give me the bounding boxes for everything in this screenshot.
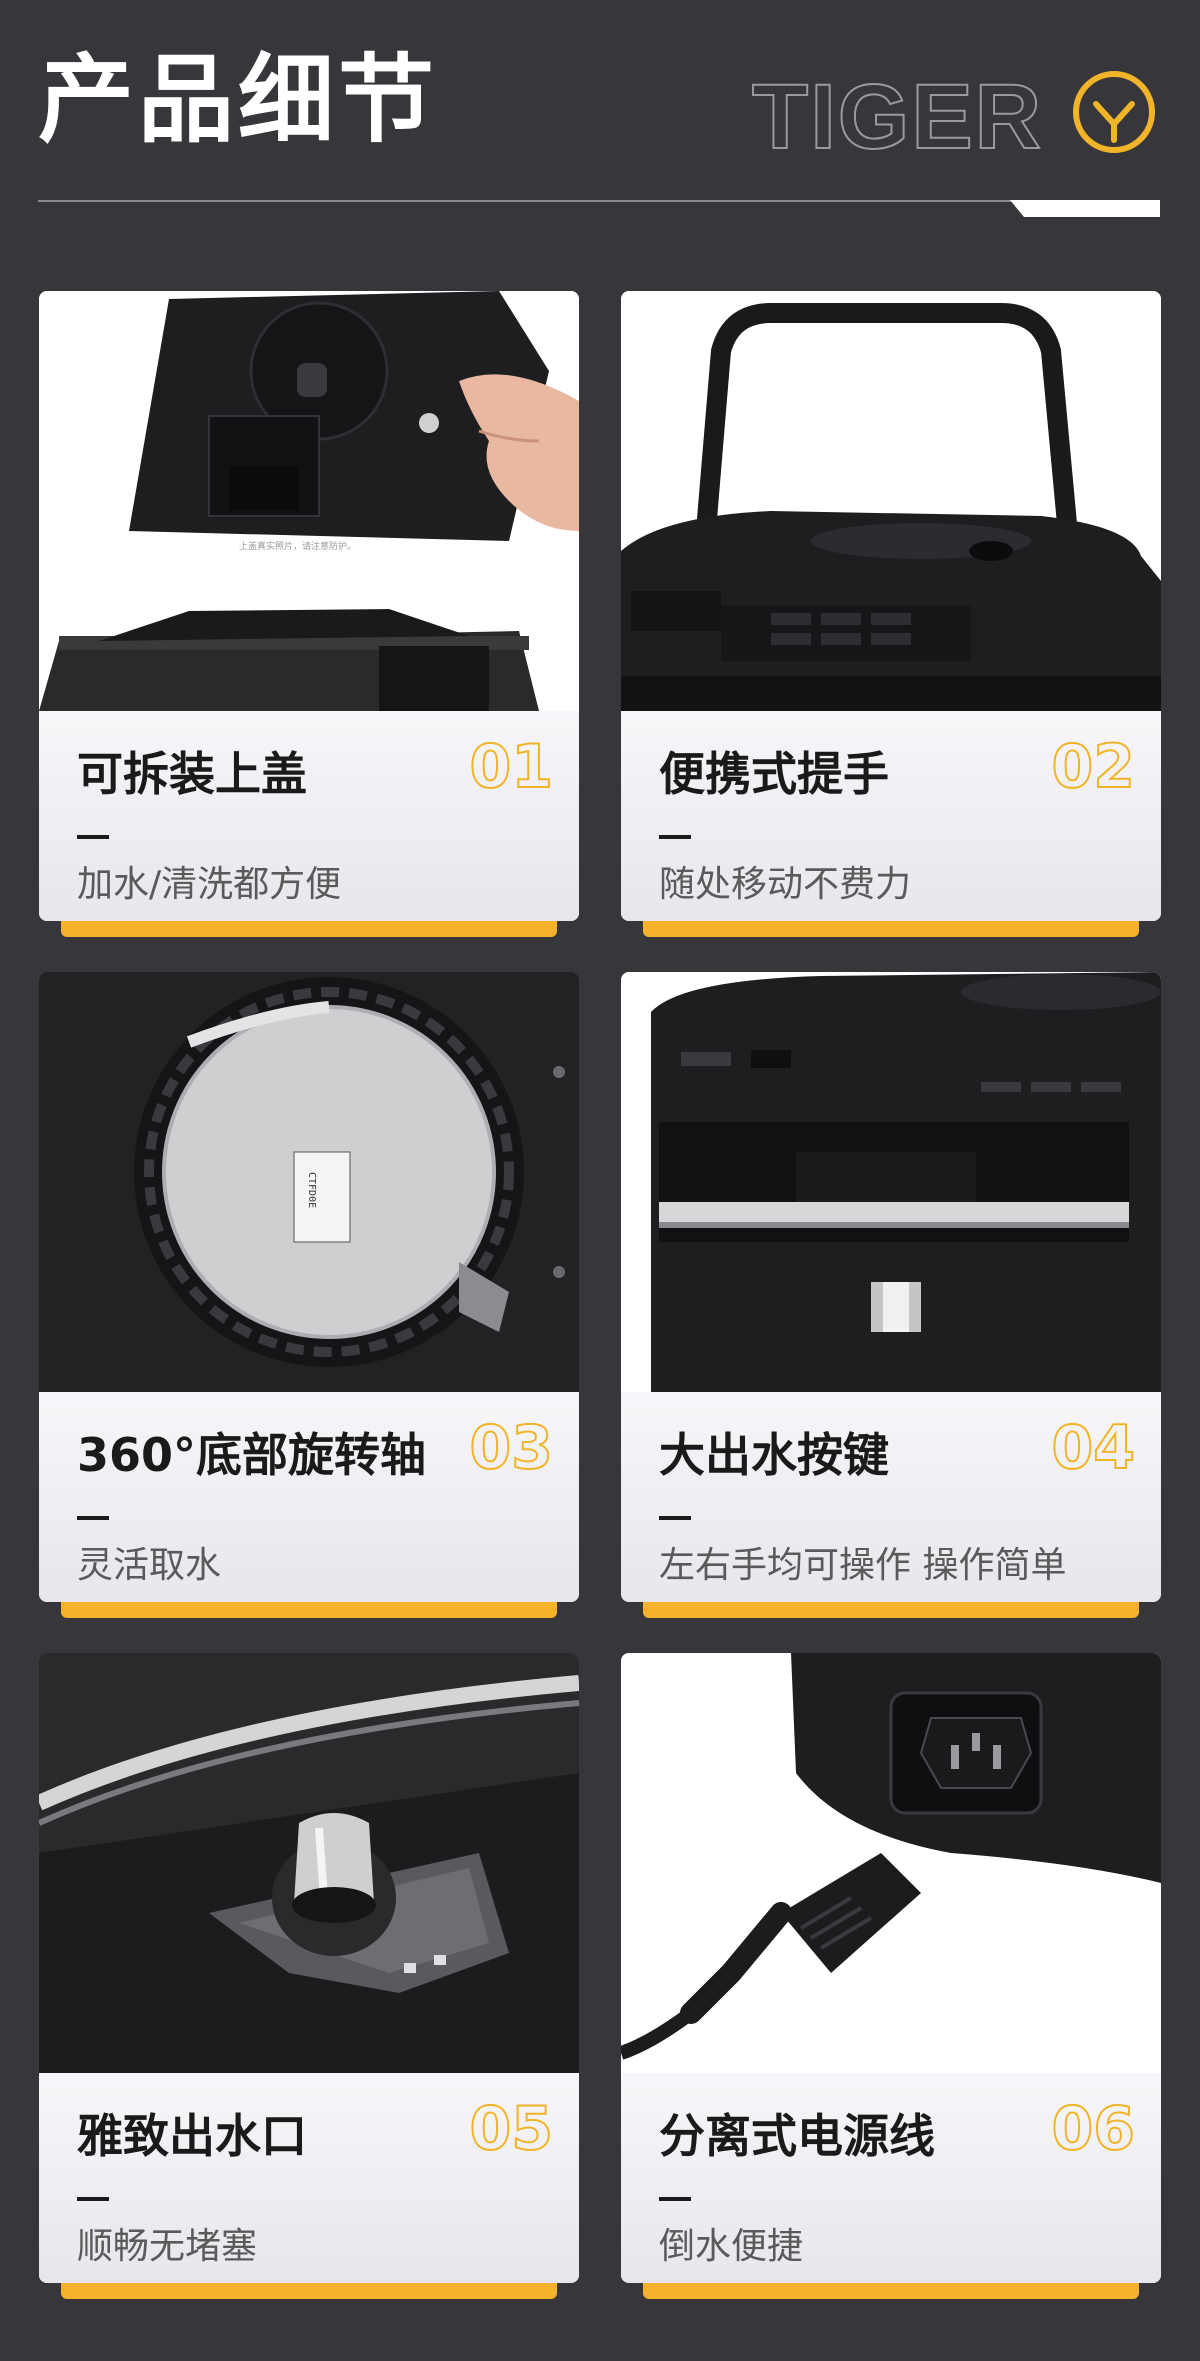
card-subtitle: 随处移动不费力 <box>659 864 912 905</box>
card-number: 03 <box>469 1413 554 1483</box>
page-title: 产品细节 <box>38 44 438 156</box>
card-dash <box>659 1516 691 1520</box>
brand-logo: TIGER <box>744 62 1164 169</box>
card-number: 05 <box>469 2094 554 2164</box>
card-accent-bar <box>643 1602 1139 1618</box>
card-number: 02 <box>1051 732 1136 802</box>
feature-card-removable-lid: 上盖真实照片，请注意防护。 可拆装上盖 01 加水/清洗都方便 <box>39 291 579 921</box>
feature-card-power-cord: 分离式电源线 06 倒水便捷 <box>621 1653 1161 2283</box>
card-title: 360°底部旋转轴 <box>77 1428 427 1482</box>
card-info: 大出水按键 04 左右手均可操作 操作简单 <box>621 1392 1161 1602</box>
card-subtitle: 左右手均可操作 操作简单 <box>659 1545 1067 1586</box>
card-info: 分离式电源线 06 倒水便捷 <box>621 2073 1161 2283</box>
card-title: 便携式提手 <box>659 747 889 801</box>
card-title: 可拆装上盖 <box>77 747 307 801</box>
photo-spout <box>39 1653 579 2073</box>
card-number: 04 <box>1051 1413 1136 1483</box>
card-subtitle: 灵活取水 <box>77 1545 222 1586</box>
feature-card-handle: 便携式提手 02 随处移动不费力 <box>621 291 1161 921</box>
card-dash <box>77 2197 109 2201</box>
tiger-emblem-icon <box>1073 71 1155 153</box>
card-title: 雅致出水口 <box>77 2109 307 2163</box>
brand-wordmark: TIGER <box>752 66 1043 162</box>
card-info: 可拆装上盖 01 加水/清洗都方便 <box>39 711 579 921</box>
card-title: 分离式电源线 <box>659 2109 935 2163</box>
card-number: 06 <box>1051 2094 1136 2164</box>
card-accent-bar <box>643 2283 1139 2299</box>
card-dash <box>77 835 109 839</box>
photo-removable-lid: 上盖真实照片，请注意防护。 <box>39 291 579 711</box>
card-info: 便携式提手 02 随处移动不费力 <box>621 711 1161 921</box>
feature-card-dispense-button: 大出水按键 04 左右手均可操作 操作简单 <box>621 972 1161 1602</box>
card-subtitle: 加水/清洗都方便 <box>77 864 342 905</box>
card-dash <box>659 835 691 839</box>
photo-handle <box>621 291 1161 711</box>
card-info: 360°底部旋转轴 03 灵活取水 <box>39 1392 579 1602</box>
feature-card-rotating-base: CTFD0E 360°底部旋转轴 03 灵活取水 <box>39 972 579 1602</box>
card-title: 大出水按键 <box>659 1428 889 1482</box>
header-divider-accent <box>1010 200 1160 217</box>
feature-card-spout: 雅致出水口 05 顺畅无堵塞 <box>39 1653 579 2283</box>
card-number: 01 <box>469 732 554 802</box>
card-dash <box>77 1516 109 1520</box>
card-info: 雅致出水口 05 顺畅无堵塞 <box>39 2073 579 2283</box>
photo-rotating-base: CTFD0E <box>39 972 579 1392</box>
photo-power-cord <box>621 1653 1161 2073</box>
photo-dispense-button <box>621 972 1161 1392</box>
card-dash <box>659 2197 691 2201</box>
card-accent-bar <box>61 1602 557 1618</box>
lid-caption: 上盖真实照片，请注意防护。 <box>239 540 356 552</box>
card-accent-bar <box>643 921 1139 937</box>
header-divider <box>38 200 1160 202</box>
card-accent-bar <box>61 921 557 937</box>
card-accent-bar <box>61 2283 557 2299</box>
card-subtitle: 顺畅无堵塞 <box>77 2226 258 2267</box>
base-label: CTFD0E <box>306 1172 317 1208</box>
card-subtitle: 倒水便捷 <box>659 2226 804 2267</box>
